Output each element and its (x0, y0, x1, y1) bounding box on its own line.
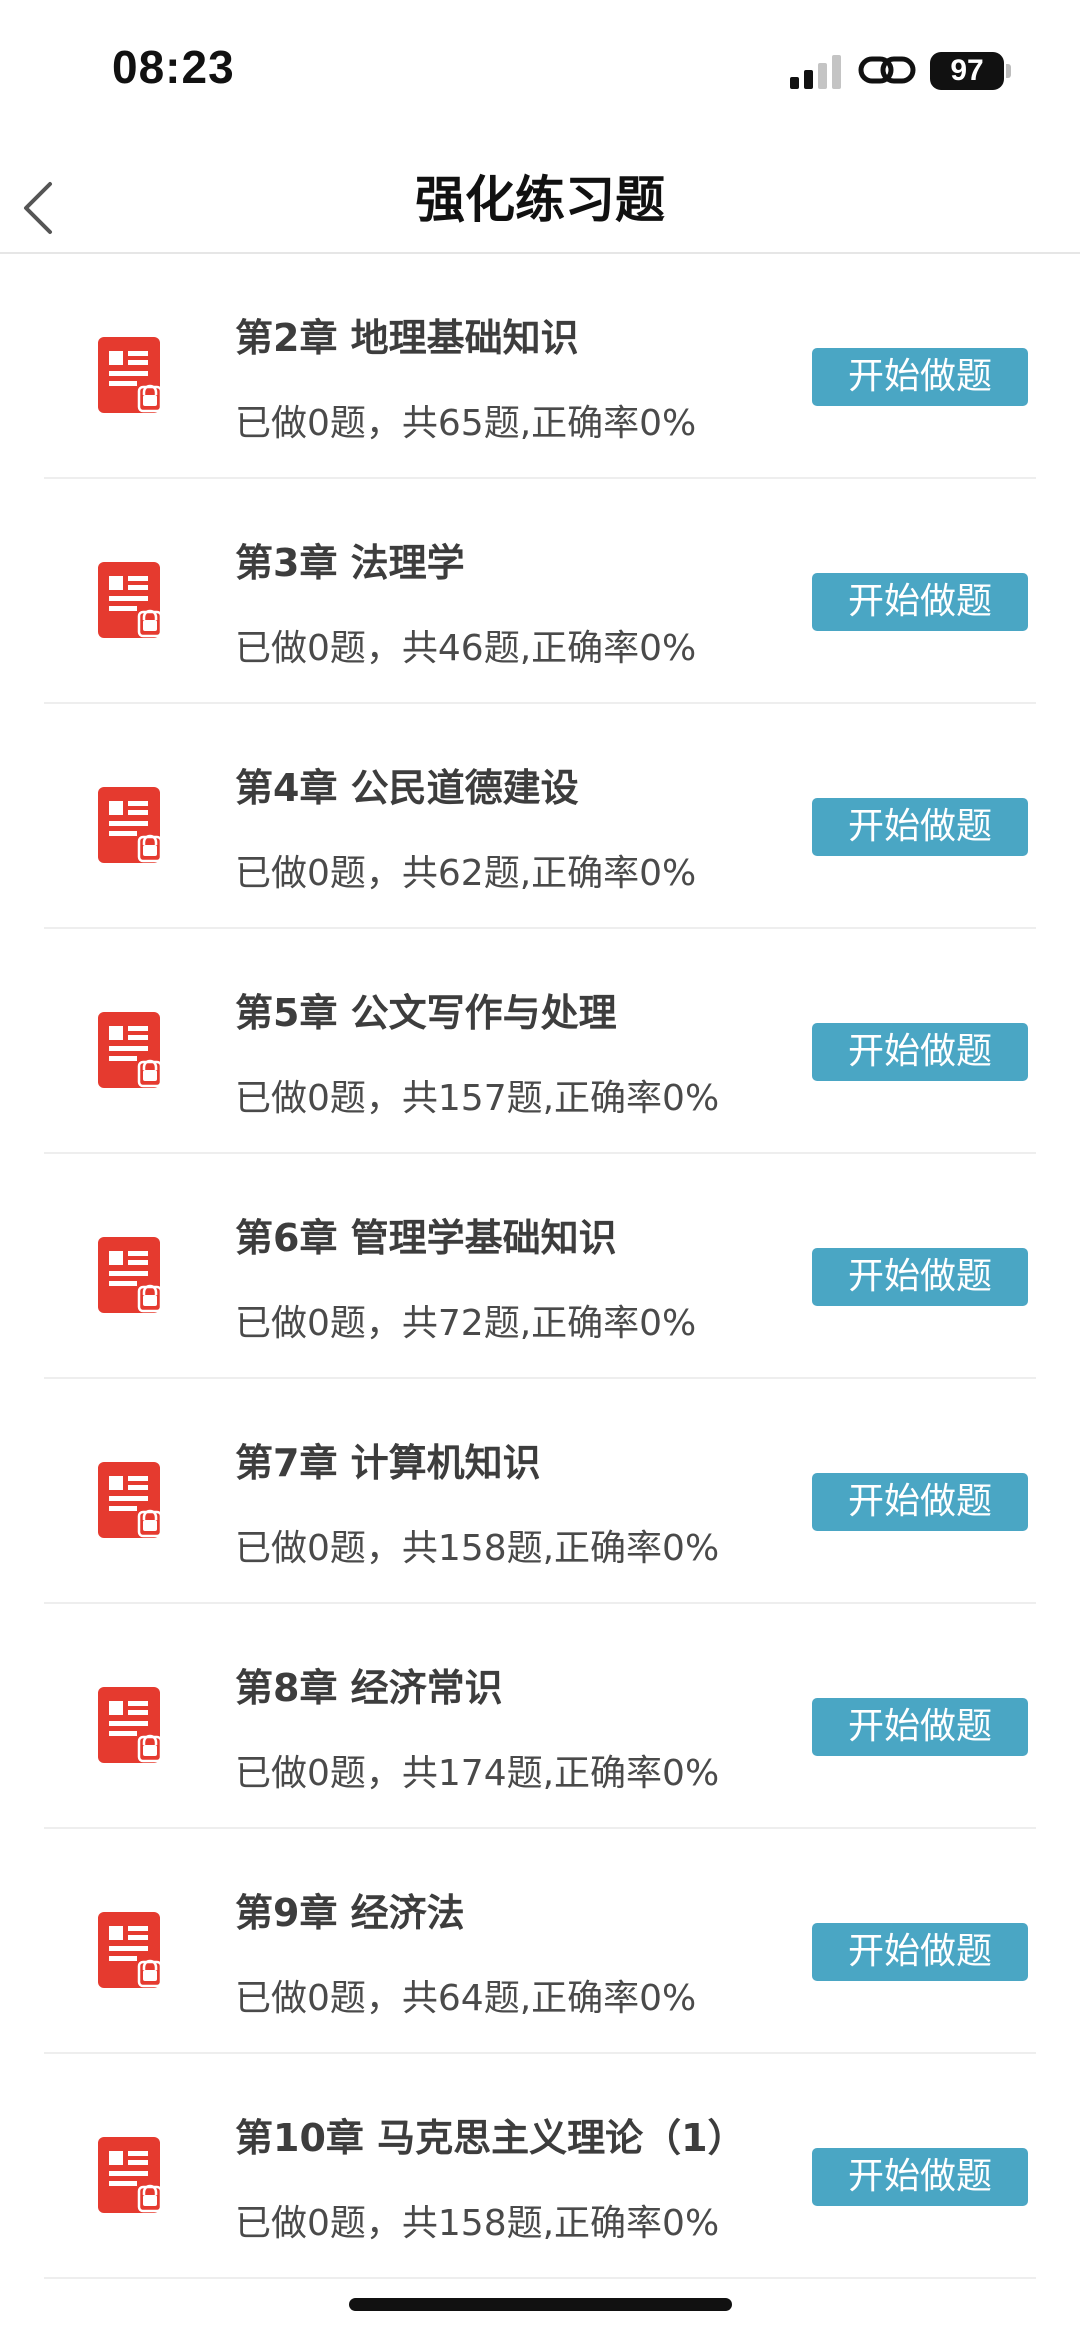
chapter-list: 第2章 地理基础知识 已做0题，共65题,正确率0% 开始做题 第3章 法理学 已做0题… (0, 254, 1080, 2279)
locked-document-icon (98, 562, 164, 638)
start-practice-button[interactable]: 开始做题 (812, 348, 1028, 406)
home-indicator[interactable] (349, 2298, 732, 2311)
locked-document-icon (98, 1687, 164, 1763)
locked-document-icon (98, 1237, 164, 1313)
battery-level: 97 (950, 54, 984, 87)
chapter-progress: 已做0题，共158题,正确率0% (235, 2203, 720, 2244)
nav-bar: 强化练习题 (0, 150, 1080, 254)
chapter-row[interactable]: 第2章 地理基础知识已做0题，共65题,正确率0% 开始做题 (0, 254, 1080, 479)
chapter-title: 第9章 经济法 (235, 1891, 465, 1935)
locked-document-icon (98, 1912, 164, 1988)
chapter-progress: 已做0题，共46题,正确率0% (235, 628, 697, 669)
chapter-title: 第7章 计算机知识 (235, 1441, 541, 1485)
back-button[interactable] (14, 162, 78, 242)
locked-document-icon (98, 337, 164, 413)
chapter-row[interactable]: 第5章 公文写作与处理已做0题，共157题,正确率0% 开始做题 (0, 929, 1080, 1154)
chapter-row[interactable]: 第7章 计算机知识已做0题，共158题,正确率0% 开始做题 (0, 1379, 1080, 1604)
start-practice-button[interactable]: 开始做题 (812, 2148, 1028, 2206)
row-divider (44, 2277, 1036, 2279)
start-practice-button[interactable]: 开始做题 (812, 1248, 1028, 1306)
chapter-progress: 已做0题，共72题,正确率0% (235, 1303, 697, 1344)
status-time: 08:23 (112, 41, 235, 93)
battery-icon: 97 (930, 52, 1004, 90)
locked-document-icon (98, 787, 164, 863)
chapter-title: 第3章 法理学 (235, 541, 465, 585)
chapter-row[interactable]: 第4章 公民道德建设已做0题，共62题,正确率0% 开始做题 (0, 704, 1080, 929)
chapter-title: 第8章 经济常识 (235, 1666, 503, 1710)
link-icon (858, 56, 916, 84)
locked-document-icon (98, 1462, 164, 1538)
battery-tip (1006, 64, 1011, 78)
chapter-progress: 已做0题，共174题,正确率0% (235, 1753, 720, 1794)
signal-icon (790, 55, 841, 89)
chapter-title: 第5章 公文写作与处理 (235, 991, 617, 1035)
chapter-row[interactable]: 第3章 法理学已做0题，共46题,正确率0% 开始做题 (0, 479, 1080, 704)
chapter-row[interactable]: 第8章 经济常识已做0题，共174题,正确率0% 开始做题 (0, 1604, 1080, 1829)
chapter-progress: 已做0题，共62题,正确率0% (235, 853, 697, 894)
start-practice-button[interactable]: 开始做题 (812, 1023, 1028, 1081)
status-bar: 08:23 97 (0, 0, 1080, 150)
locked-document-icon (98, 2137, 164, 2213)
chapter-progress: 已做0题，共158题,正确率0% (235, 1528, 720, 1569)
chapter-row[interactable]: 第6章 管理学基础知识已做0题，共72题,正确率0% 开始做题 (0, 1154, 1080, 1379)
chapter-progress: 已做0题，共64题,正确率0% (235, 1978, 697, 2019)
chevron-left-icon (24, 182, 52, 234)
start-practice-button[interactable]: 开始做题 (812, 1473, 1028, 1531)
start-practice-button[interactable]: 开始做题 (812, 1923, 1028, 1981)
chapter-row[interactable]: 第9章 经济法已做0题，共64题,正确率0% 开始做题 (0, 1829, 1080, 2054)
chapter-title: 第4章 公民道德建设 (235, 766, 579, 810)
chapter-title: 第2章 地理基础知识 (235, 316, 579, 360)
page-title: 强化练习题 (415, 171, 665, 229)
chapter-row[interactable]: 第10章 马克思主义理论（1） 已做0题，共158题,正确率0% 开始做题 (0, 2054, 1080, 2279)
locked-document-icon (98, 1012, 164, 1088)
chapter-title: 第6章 管理学基础知识 (235, 1216, 617, 1260)
chapter-progress: 已做0题，共157题,正确率0% (235, 1078, 720, 1119)
start-practice-button[interactable]: 开始做题 (812, 1698, 1028, 1756)
chapter-progress: 已做0题，共65题,正确率0% (235, 403, 697, 444)
start-practice-button[interactable]: 开始做题 (812, 573, 1028, 631)
start-practice-button[interactable]: 开始做题 (812, 798, 1028, 856)
chapter-title: 第10章 马克思主义理论（1） (235, 2116, 746, 2160)
